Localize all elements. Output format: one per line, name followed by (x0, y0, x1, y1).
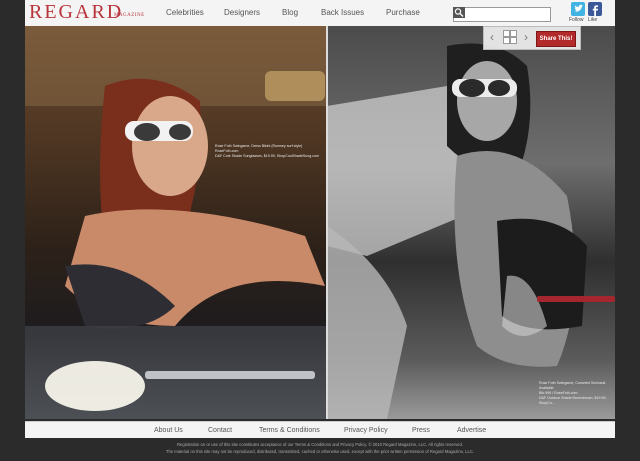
footer-contact-link[interactable]: Contact (208, 427, 232, 434)
twitter-label: Follow (569, 17, 584, 23)
photo-right-page: Rose Foth Swingame, Corseted Swimsuit, A… (327, 26, 615, 419)
brand-logo[interactable]: REGARD (29, 1, 123, 24)
facebook-label: Like (588, 17, 598, 23)
footer-advertise-link[interactable]: Advertise (457, 427, 486, 434)
facebook-icon[interactable] (588, 2, 602, 16)
nav-purchase[interactable]: Purchase (386, 8, 420, 17)
caption-right-line: D&F Outdoor Shade Brownbrown, $19.99, Sh… (539, 396, 607, 405)
footer-privacy-link[interactable]: Privacy Policy (344, 427, 388, 434)
photo-left-page: Rose Foth Swingame, Dress Bikini (Rumsey… (25, 26, 327, 419)
caption-left-line: D&F Cote Shade Sunglasses, $19.99, ShopC… (215, 154, 320, 158)
caption-right-line: Rose Foth Swingame, Corseted Swimsuit, A… (539, 381, 607, 390)
nav-designers[interactable]: Designers (224, 8, 260, 17)
grid-view-icon[interactable] (503, 30, 517, 44)
nav-blog[interactable]: Blog (282, 8, 298, 17)
brand-subtitle: MAGAZINE (114, 13, 145, 18)
site-footer: About Us Contact Terms & Conditions Priv… (25, 421, 615, 438)
magazine-spread: Rose Foth Swingame, Dress Bikini (Rumsey… (25, 26, 615, 419)
search-icon[interactable] (453, 7, 465, 18)
search-input[interactable] (453, 7, 551, 22)
page-gutter (326, 26, 328, 419)
prev-page-icon[interactable]: ‹ (486, 30, 498, 45)
legal-notice: Registration on or use of this site cons… (177, 442, 463, 447)
nav-back-issues[interactable]: Back Issues (321, 8, 364, 17)
legal-notice: The material on this site may not be rep… (165, 449, 475, 454)
footer-press-link[interactable]: Press (412, 427, 430, 434)
share-button[interactable]: Share This! (536, 31, 576, 47)
nav-celebrities[interactable]: Celebrities (166, 8, 204, 17)
footer-terms-link[interactable]: Terms & Conditions (259, 427, 320, 434)
twitter-icon[interactable] (571, 2, 585, 16)
footer-about-link[interactable]: About Us (154, 427, 183, 434)
site-header: REGARD MAGAZINE Celebrities Designers Bl… (25, 0, 615, 27)
next-page-icon[interactable]: › (520, 30, 532, 45)
spread-controls: ‹ › Share This! (483, 26, 581, 50)
